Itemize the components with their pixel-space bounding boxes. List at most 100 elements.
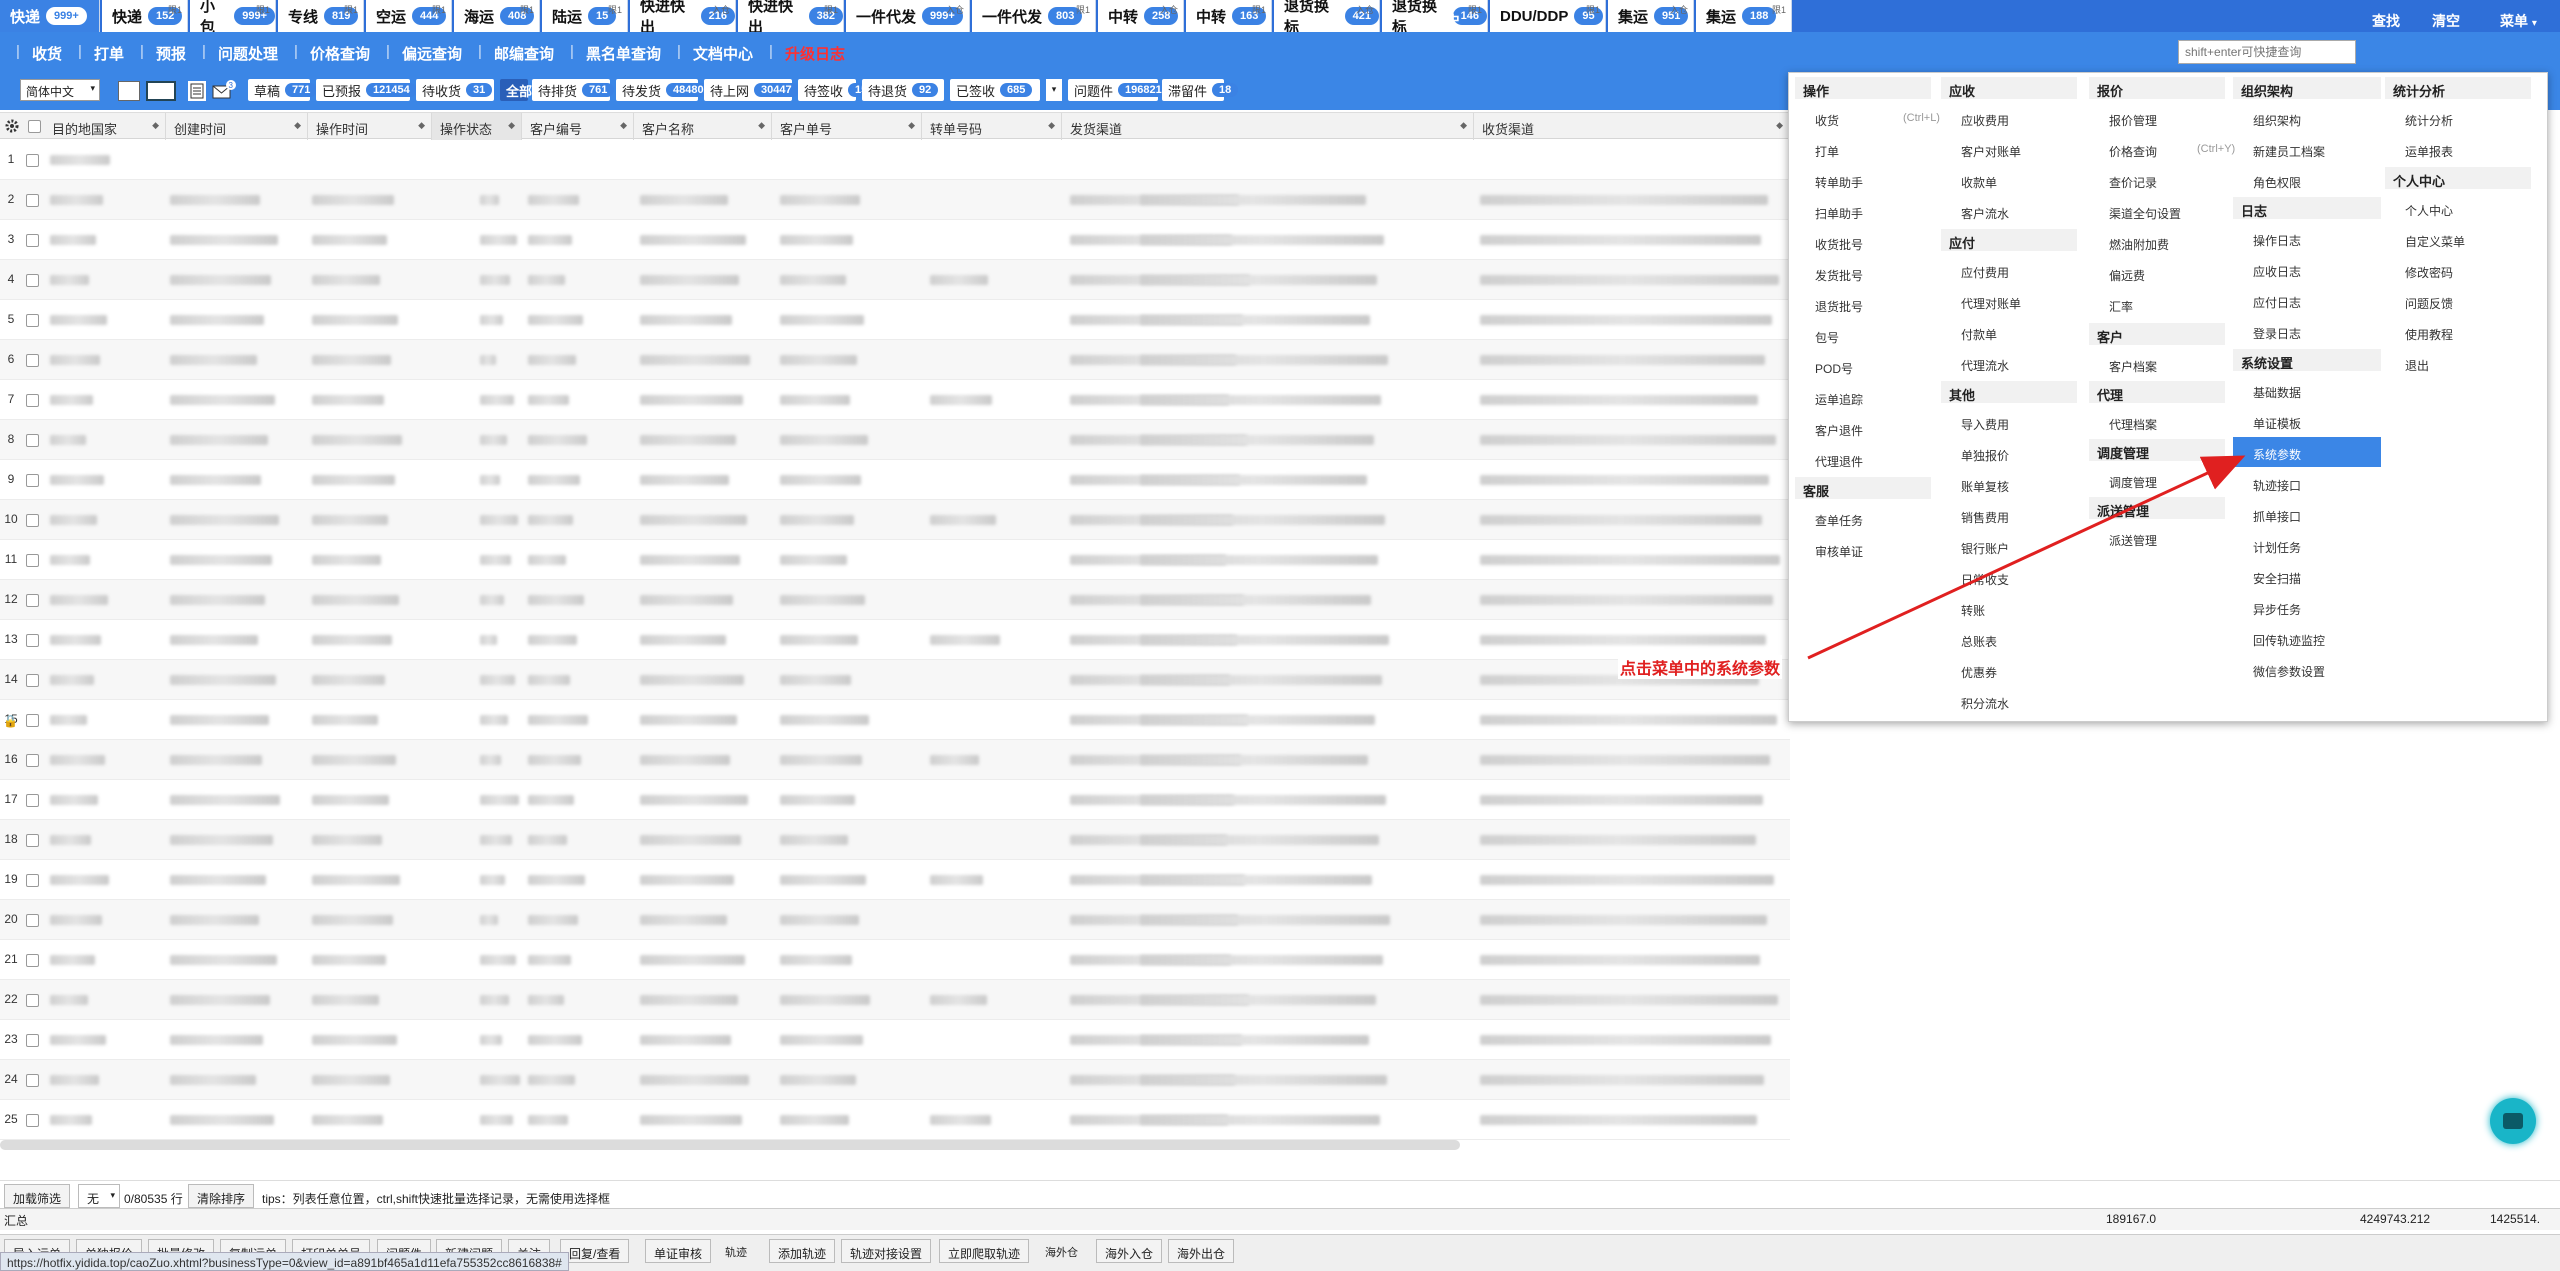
row-checkbox[interactable] [26,954,39,967]
load-filter-button[interactable]: 加载筛选 [4,1184,71,1208]
row-checkbox[interactable] [26,314,39,327]
table-row[interactable]: 4 [0,260,1790,300]
row-checkbox[interactable] [26,634,39,647]
menu-item[interactable]: 汇率 [2089,289,2225,319]
filter-chip-12[interactable]: 滞留件 18 [1162,79,1239,101]
bottom-action-13[interactable]: 轨迹对接设置 [841,1239,932,1263]
menu-item[interactable]: 打单 [1795,134,1931,164]
menu-item[interactable]: 收货批号 [1795,227,1931,257]
split-pane-view-icon[interactable] [146,81,176,101]
gear-icon[interactable] [4,118,20,134]
menu-item[interactable]: 转单助手 [1795,165,1931,195]
column-header-10[interactable]: 收货渠道 ◆ [1474,113,1790,140]
table-row[interactable]: 11 [0,540,1790,580]
menu-item[interactable]: 问题反馈 [2385,286,2531,316]
bottom-action-14[interactable]: 立即爬取轨迹 [939,1239,1030,1263]
menu-item[interactable]: 应收日志 [2233,254,2381,284]
nav-item-1[interactable]: 收货 [32,43,62,64]
nav-item-9[interactable]: 文档中心 [693,43,753,64]
table-row[interactable]: 6 [0,340,1790,380]
tab-13[interactable]: 中转 163 限1 [1186,0,1272,32]
row-checkbox[interactable] [26,794,39,807]
search-history-link[interactable]: 搜索历史 [1404,11,1460,31]
filter-chip-3[interactable]: 待收货 31 [416,79,494,101]
menu-item[interactable]: 退出 [2385,348,2531,378]
tab-18[interactable]: 集运 188 限1 [1696,0,1792,32]
table-row[interactable]: 5 [0,300,1790,340]
table-row[interactable]: 9 [0,460,1790,500]
nav-item-2[interactable]: 打单 [94,43,124,64]
tab-1[interactable]: 快递 999+ [0,0,100,32]
tab-2[interactable]: 快递 152 限1 [102,0,188,32]
menu-item[interactable]: 查价记录 [2089,165,2225,195]
tab-9[interactable]: 快进快出 382 限1 [738,0,844,36]
menu-item[interactable]: 付款单 [1941,317,2077,347]
filter-chip-4[interactable]: 全部 [500,79,532,101]
bottom-action-16[interactable]: 海外入仓 [1096,1239,1163,1263]
bottom-action-10[interactable]: 单证审核 [645,1239,712,1263]
filter-chip-2[interactable]: 已预报 121454 [316,79,417,101]
row-checkbox[interactable] [26,474,39,487]
menu-item[interactable]: 客户档案 [2089,349,2225,379]
tab-8[interactable]: 快进快出 216 入仓 [630,0,736,36]
bottom-action-17[interactable]: 海外出仓 [1168,1239,1235,1263]
table-row[interactable]: 8 [0,420,1790,460]
menu-item[interactable]: 退货批号 [1795,289,1931,319]
nav-item-5[interactable]: 价格查询 [310,43,370,64]
menu-item[interactable]: 导入费用 [1941,407,2077,437]
row-checkbox[interactable] [26,834,39,847]
table-row[interactable]: 7 [0,380,1790,420]
search-button[interactable]: 查找 [2372,11,2400,31]
row-checkbox[interactable] [26,594,39,607]
column-header-4[interactable]: 操作状态 ◆ [432,113,522,140]
table-row[interactable]: 19 [0,860,1790,900]
horizontal-scrollbar[interactable] [0,1140,1460,1150]
menu-item[interactable]: 单证模板 [2233,406,2381,436]
row-checkbox[interactable] [26,874,39,887]
bottom-action-11[interactable]: 轨迹 [717,1239,755,1263]
clear-sort-button[interactable]: 清除排序 [188,1184,255,1208]
table-row[interactable]: 23 [0,1020,1790,1060]
table-row[interactable]: 14 [0,660,1790,700]
row-checkbox[interactable] [26,674,39,687]
menu-item[interactable]: 角色权限 [2233,165,2381,195]
filter-chip-10[interactable]: 已签收 685 [950,79,1040,101]
tab-16[interactable]: DDU/DDP 95 限1 [1490,0,1606,32]
table-row[interactable]: 13 [0,620,1790,660]
table-row[interactable]: 22 [0,980,1790,1020]
filter-chip-6[interactable]: 待发货 48480 [616,79,711,101]
nav-item-4[interactable]: 问题处理 [218,43,278,64]
table-row[interactable]: 24 [0,1060,1790,1100]
column-header-5[interactable]: 客户编号 ◆ [522,113,634,140]
mail-icon[interactable]: 3 [212,80,236,102]
row-checkbox[interactable] [26,1114,39,1127]
column-header-2[interactable]: 创建时间 ◆ [166,113,308,140]
table-row[interactable]: 12 [0,580,1790,620]
nav-item-8[interactable]: 黑名单查询 [586,43,661,64]
filter-chip-11[interactable]: 问题件 196821 [1068,79,1169,101]
column-header-9[interactable]: 发货渠道 ◆ [1062,113,1474,140]
row-checkbox[interactable] [26,234,39,247]
tab-10[interactable]: 一件代发 999+ 入仓 [846,0,970,32]
row-checkbox[interactable] [26,394,39,407]
filter-chip-9[interactable]: 待退货 92 [862,79,944,101]
menu-item[interactable]: 自定义菜单 [2385,224,2531,254]
tab-17[interactable]: 集运 951 入仓 [1608,0,1694,32]
row-checkbox[interactable] [26,434,39,447]
quick-search-input[interactable] [2178,40,2356,64]
single-pane-view-icon[interactable] [118,81,140,101]
menu-item[interactable]: 收货 (Ctrl+L) [1795,103,1940,133]
row-checkbox[interactable] [26,154,39,167]
menu-item[interactable]: 发货批号 [1795,258,1931,288]
bottom-action-9[interactable]: 回复/查看 [560,1239,630,1263]
menu-item[interactable]: 代理档案 [2089,407,2225,437]
menu-item[interactable]: 价格查询 (Ctrl+Y) [2089,134,2235,164]
row-checkbox[interactable] [26,354,39,367]
table-row[interactable]: 3 [0,220,1790,260]
tab-5[interactable]: 空运 444 限1 [366,0,452,32]
language-select[interactable]: 简体中文 ▾ [20,79,100,101]
table-row[interactable]: 17 [0,780,1790,820]
menu-item[interactable]: 代理流水 [1941,348,2077,378]
menu-item[interactable]: 渠道全句设置 [2089,196,2225,226]
nav-item-6[interactable]: 偏远查询 [402,43,462,64]
